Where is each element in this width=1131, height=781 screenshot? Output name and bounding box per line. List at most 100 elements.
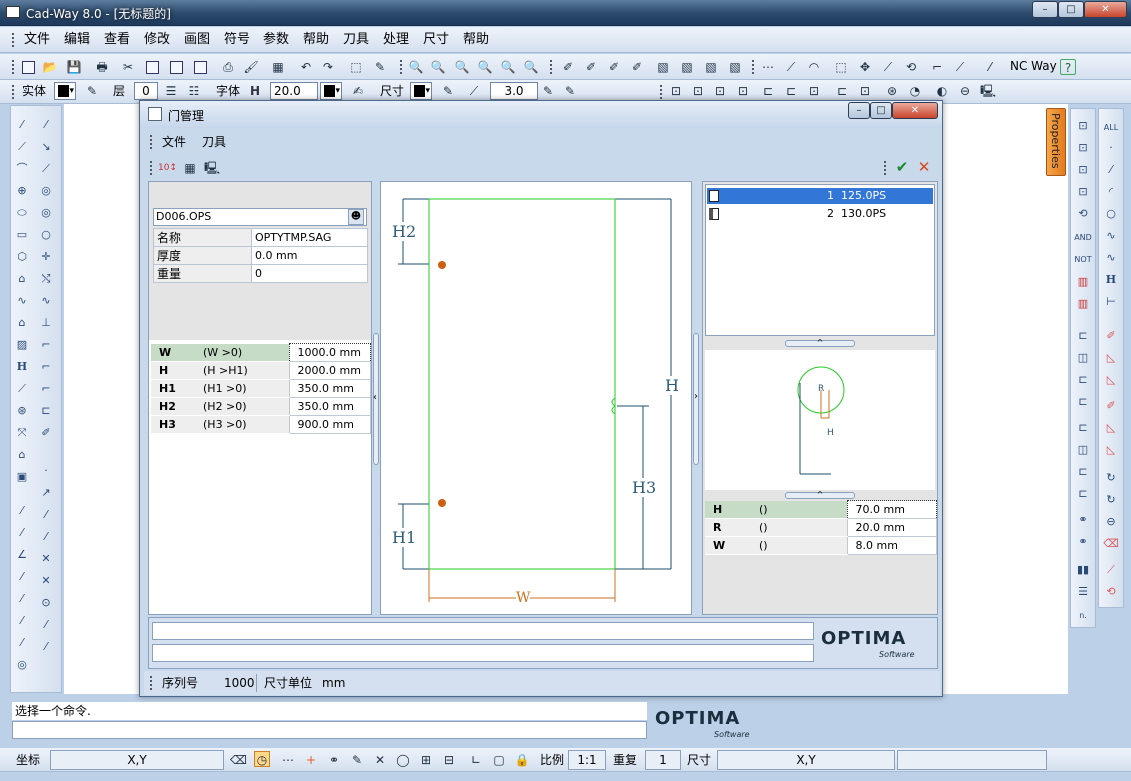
app-icon[interactable]	[6, 6, 20, 18]
select-curve-icon[interactable]: ∿	[1102, 249, 1120, 267]
paste-icon[interactable]	[168, 59, 184, 75]
line-pt-3-icon[interactable]: ⁄	[13, 612, 31, 630]
snap-active-icon[interactable]: ◷	[254, 751, 270, 767]
prop-value[interactable]: 0.0 mm	[251, 246, 368, 265]
node-2-icon[interactable]: ⊏	[1074, 371, 1092, 389]
grip[interactable]	[550, 60, 553, 74]
calculator-icon[interactable]: ▦	[182, 160, 198, 176]
snap-9-icon[interactable]: ⊡	[857, 83, 873, 99]
triangle-2-icon[interactable]: ◺	[1102, 371, 1120, 389]
perpendicular-icon[interactable]: ⊥	[37, 314, 55, 332]
ortho-icon[interactable]: ∟	[468, 752, 484, 768]
grid-icon[interactable]: ⋯	[760, 59, 776, 75]
repeat-value[interactable]: 1	[645, 750, 681, 770]
grip[interactable]	[660, 85, 663, 99]
tool-param-value[interactable]: 8.0 mm	[846, 536, 937, 555]
explode-icon[interactable]: ⤧	[13, 424, 31, 442]
layer-input[interactable]: 0	[134, 82, 158, 100]
grip[interactable]	[884, 161, 887, 175]
brush-icon[interactable]: 🖌	[243, 59, 259, 75]
dimension-tool-icon[interactable]: ⊏	[37, 402, 55, 420]
file-name-field[interactable]: D006.OPS	[153, 208, 367, 226]
measure-icon[interactable]: ⟋	[783, 59, 799, 75]
draw-line-4-icon[interactable]: ⁄	[37, 528, 55, 546]
text-style-icon[interactable]: ✍	[350, 83, 366, 99]
computer-icon[interactable]: 🖳	[204, 160, 220, 176]
snap-7-icon[interactable]: ⊡	[806, 83, 822, 99]
cycle-icon[interactable]: ◎	[13, 656, 31, 674]
entity-color-select[interactable]	[54, 82, 76, 100]
zoom-out-icon[interactable]: 🔍	[500, 59, 516, 75]
param-row[interactable]: H2 (H2 >0) 350.0 mm	[151, 397, 371, 416]
point-circle-icon[interactable]: ○	[37, 226, 55, 244]
circle-tool-icon[interactable]: ⊕	[13, 182, 31, 200]
dimension-style-icon[interactable]: ✎	[440, 83, 456, 99]
list-splitter[interactable]: ^	[785, 339, 855, 347]
maximize-button[interactable]: □	[1058, 1, 1084, 18]
edit-tool-2-icon[interactable]: ✐	[583, 59, 599, 75]
polygon-tool-icon[interactable]: ⬡	[13, 248, 31, 266]
dimension-tool-icon[interactable]: ✎	[562, 83, 578, 99]
bars-icon[interactable]: ▮▮	[1074, 561, 1092, 579]
edit-icon[interactable]: ✐	[1102, 327, 1120, 345]
fillet-icon[interactable]: ⌐	[37, 358, 55, 376]
snap-5-icon[interactable]: ⊏	[760, 83, 776, 99]
snap-6-icon[interactable]: ⊏	[783, 83, 799, 99]
line-tool-icon[interactable]: ⁄	[13, 116, 31, 134]
line-pt-4-icon[interactable]: ⁄	[37, 616, 55, 634]
menu-view[interactable]: 查看	[104, 27, 130, 53]
eraser-snap-icon[interactable]: ⌫	[230, 752, 247, 768]
polyline-tool-icon[interactable]: ⁄	[37, 116, 55, 134]
zoom-previous-icon[interactable]: 🔍	[523, 59, 539, 75]
erase-icon[interactable]: ⌫	[1102, 535, 1120, 553]
collapse-left-icon[interactable]: ‹	[373, 392, 377, 403]
edit-tool-4-icon[interactable]: ✐	[629, 59, 645, 75]
grid-box-icon[interactable]: ⊞	[418, 752, 434, 768]
message-field-1[interactable]	[152, 622, 814, 640]
text-tool-icon[interactable]: H	[13, 358, 31, 376]
snap-8-icon[interactable]: ⊏	[834, 83, 850, 99]
x-line-icon[interactable]: ✕	[37, 550, 55, 568]
open-folder-icon[interactable]: 📂	[42, 59, 58, 75]
dialog-minimize-button[interactable]: –	[848, 102, 870, 119]
cross-icon[interactable]: ✛	[37, 248, 55, 266]
scale-value[interactable]: 1:1	[568, 750, 606, 770]
select-icon[interactable]: ⬚	[348, 59, 364, 75]
sort-icon[interactable]: 10↕	[158, 160, 177, 176]
x-line-2-icon[interactable]: ✕	[37, 572, 55, 590]
layer-manager-icon[interactable]: ☷	[186, 83, 202, 99]
browse-icon[interactable]: ☻	[348, 209, 364, 225]
stack-icon[interactable]: ☰	[1074, 583, 1092, 601]
grid-snap-icon[interactable]: ⋯	[280, 752, 296, 768]
menu-edit[interactable]: 编辑	[64, 27, 90, 53]
mirror-icon[interactable]: ◫	[1074, 349, 1092, 367]
link-icon[interactable]: ⚭	[1074, 511, 1092, 529]
menu-dimension[interactable]: 尺寸	[423, 27, 449, 53]
triangle-3-icon[interactable]: ◺	[1102, 419, 1120, 437]
print-icon[interactable]: 🖶	[94, 59, 110, 75]
block-edit-3-icon[interactable]: ▧	[703, 59, 719, 75]
angle-line-icon[interactable]: ∠	[13, 546, 31, 564]
measure-tool-icon[interactable]: ⟋	[13, 380, 31, 398]
menu-tools[interactable]: 刀具	[343, 27, 369, 53]
select-inside-icon[interactable]: ⊡	[1074, 161, 1092, 179]
snap-14-icon[interactable]: 🖳	[980, 83, 996, 99]
lock-icon[interactable]: 🔒	[514, 752, 530, 768]
preview-splitter[interactable]: ^	[785, 491, 855, 499]
select-point-icon[interactable]: ·	[1102, 139, 1120, 157]
menu-process[interactable]: 处理	[383, 27, 409, 53]
tool-param-row[interactable]: R() 20.0 mm	[705, 518, 937, 537]
extend-icon[interactable]: ⟋	[952, 59, 968, 75]
rectangle-tool-icon[interactable]: ▭	[13, 226, 31, 244]
dimension-size-input[interactable]: 3.0	[490, 82, 538, 100]
param-value[interactable]: 350.0 mm	[288, 379, 371, 398]
node-6-icon[interactable]: ⊏	[1074, 485, 1092, 503]
minimize-button[interactable]: –	[1032, 1, 1058, 18]
select-text-icon[interactable]: H	[1102, 271, 1120, 289]
ok-check-icon[interactable]: ✔	[894, 159, 910, 175]
prop-value[interactable]: OPTYTMP.SAG	[251, 228, 368, 247]
block-edit-icon[interactable]: ▧	[655, 59, 671, 75]
dialog-maximize-button[interactable]: □	[870, 102, 892, 119]
menu-help-2[interactable]: 帮助	[463, 27, 489, 53]
dialog-close-button[interactable]: ✕	[892, 102, 938, 119]
